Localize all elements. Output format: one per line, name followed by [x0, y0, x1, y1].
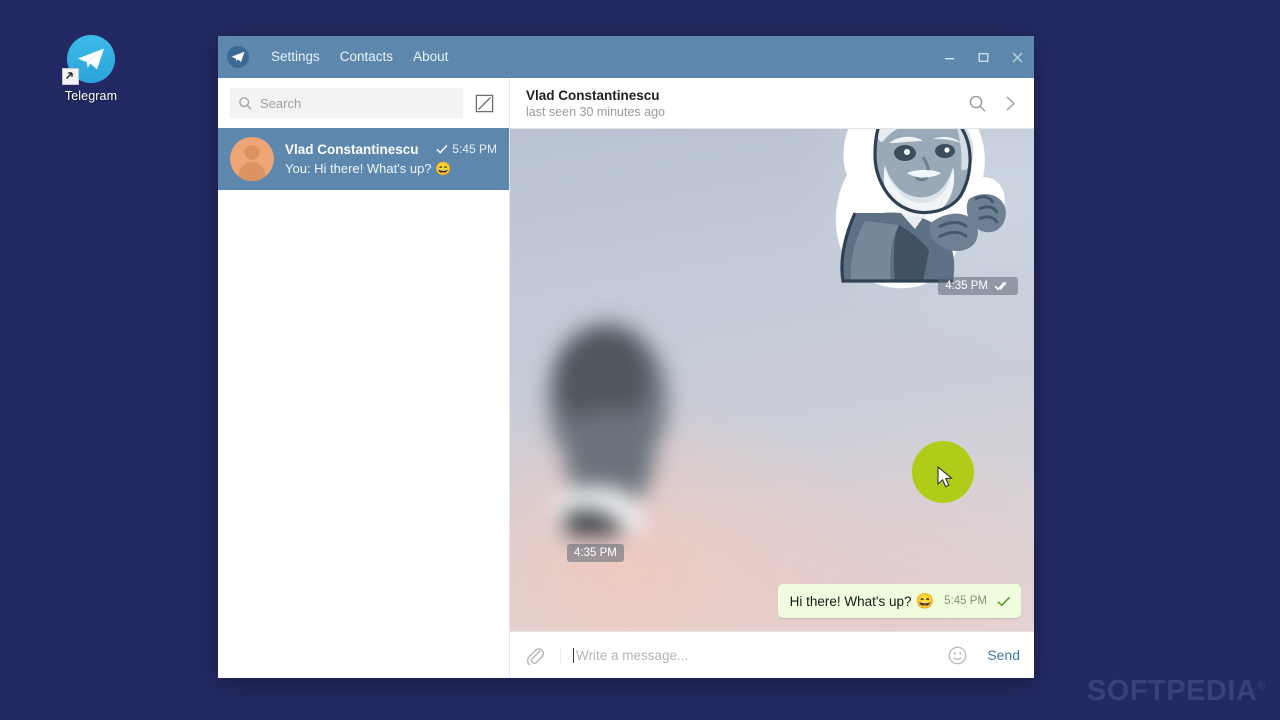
text-caret	[573, 647, 574, 663]
menu-about[interactable]: About	[403, 36, 458, 78]
single-check-icon	[436, 144, 448, 154]
chat-status: last seen 30 minutes ago	[526, 104, 665, 119]
search-row: Search	[218, 78, 509, 128]
chat-pane: Vlad Constantinescu last seen 30 minutes…	[510, 78, 1034, 678]
chevron-right-icon[interactable]	[1003, 94, 1018, 113]
sticker-received-time: 4:35 PM	[574, 547, 617, 559]
chat-item-name: Vlad Constantinescu	[285, 141, 419, 157]
desktop: Telegram SOFTPEDIA® Settings Contacts Ab…	[0, 0, 1280, 720]
message-emoji: 😄	[915, 593, 935, 610]
double-check-icon	[994, 281, 1007, 291]
shortcut-arrow-icon	[62, 68, 79, 85]
chat-item-meta: 5:45 PM	[428, 142, 497, 156]
minimize-icon	[944, 57, 954, 59]
chat-header-texts: Vlad Constantinescu last seen 30 minutes…	[526, 88, 665, 119]
smiley-icon	[948, 646, 967, 664]
menu-contacts[interactable]: Contacts	[330, 36, 403, 78]
watermark-text: SOFTPEDIA	[1086, 675, 1258, 707]
close-icon	[1012, 52, 1022, 62]
compose-pencil-icon	[475, 94, 493, 112]
sticker-received-timestamp: 4:35 PM	[567, 544, 624, 562]
window-controls	[932, 36, 1034, 78]
message-bubble-outgoing[interactable]: Hi there! What's up? 😄 5:45 PM	[777, 584, 1021, 618]
watermark-mark: ®	[1257, 680, 1266, 693]
menu-settings[interactable]: Settings	[261, 36, 330, 78]
chat-item-time: 5:45 PM	[452, 142, 497, 156]
maximize-button[interactable]	[966, 36, 1000, 78]
chat-header: Vlad Constantinescu last seen 30 minutes…	[510, 78, 1034, 129]
avatar	[230, 137, 274, 181]
chat-preview-prefix: You:	[285, 160, 315, 176]
telegram-plane-icon	[62, 35, 115, 85]
desktop-icon-telegram[interactable]: Telegram	[55, 35, 127, 103]
message-text: Hi there! What's up?	[789, 593, 912, 609]
sticker-sent-timestamp: 4:35 PM	[938, 277, 1018, 295]
sidebar: Search Vlad Constantinescu 5:45 PM You: …	[218, 78, 510, 678]
chat-list-empty-area	[218, 190, 509, 678]
telegram-logo-icon	[227, 46, 249, 68]
emoji-button[interactable]	[945, 646, 969, 665]
message-time: 5:45 PM	[944, 595, 987, 607]
message-input[interactable]: Write a message...	[560, 647, 945, 663]
search-input[interactable]: Search	[230, 88, 463, 118]
search-placeholder: Search	[260, 95, 302, 111]
chat-item-preview: You: Hi there! What's up? 😄	[285, 161, 497, 177]
attach-button[interactable]	[524, 645, 546, 665]
message-placeholder: Write a message...	[576, 647, 689, 663]
maximize-icon	[978, 52, 988, 62]
compose-button[interactable]	[471, 90, 497, 116]
minimize-button[interactable]	[932, 36, 966, 78]
chat-item-text: Vlad Constantinescu 5:45 PM You: Hi ther…	[285, 142, 497, 177]
send-button[interactable]: Send	[987, 647, 1020, 663]
sticker-sent-time: 4:35 PM	[945, 280, 988, 292]
chat-preview-text: Hi there! What's up?	[314, 160, 432, 176]
mouse-pointer-icon	[937, 466, 954, 488]
search-icon[interactable]	[968, 94, 987, 113]
paper-plane-glyph	[78, 48, 104, 70]
message-composer: Write a message... Send	[510, 631, 1034, 678]
chat-list-item-vlad[interactable]: Vlad Constantinescu 5:45 PM You: Hi ther…	[218, 128, 509, 190]
search-icon	[239, 96, 252, 110]
window-body: Search Vlad Constantinescu 5:45 PM You: …	[218, 78, 1034, 678]
message-list[interactable]: 4:35 PM 4:35 PM Hi there! What's up? 😄 5…	[510, 129, 1034, 631]
softpedia-watermark: SOFTPEDIA®	[1087, 675, 1266, 708]
paperclip-icon	[526, 648, 545, 665]
chat-preview-emoji: 😄	[435, 160, 452, 176]
chat-header-actions	[968, 94, 1018, 113]
telegram-window: Settings Contacts About Search Vlad Cons…	[218, 36, 1034, 678]
desktop-icon-label: Telegram	[64, 89, 118, 103]
close-button[interactable]	[1000, 36, 1034, 78]
title-bar[interactable]: Settings Contacts About	[218, 36, 1034, 78]
sticker-blurred-incoming[interactable]	[530, 309, 690, 559]
single-check-icon	[997, 596, 1011, 607]
chat-title: Vlad Constantinescu	[526, 87, 660, 103]
